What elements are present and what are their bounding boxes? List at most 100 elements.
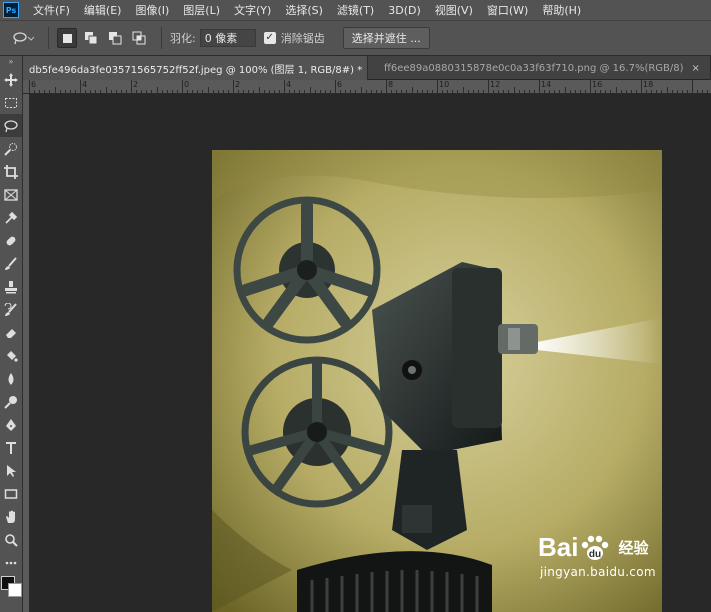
pen-tool-button[interactable] [0, 413, 22, 436]
ruler-tick [49, 90, 51, 93]
menu-select[interactable]: 选择(S) [285, 2, 323, 18]
menu-edit[interactable]: 编辑(E) [84, 2, 122, 18]
tab-document-2[interactable]: ff6ee89a0880315878e0c0a33f63f710.png @ 1… [368, 56, 711, 80]
watermark-brand-right: 经验 [618, 540, 649, 557]
svg-text:du: du [589, 549, 601, 560]
blur-tool-button[interactable] [0, 367, 22, 390]
eraser-tool-icon [6, 328, 16, 338]
menu-help[interactable]: 帮助(H) [542, 2, 581, 18]
zoom-tool-button[interactable] [0, 528, 22, 551]
ruler-tick [263, 90, 265, 93]
healing-brush-tool-button[interactable] [0, 229, 22, 252]
history-brush-tool-button[interactable] [0, 298, 22, 321]
select-and-mask-button[interactable]: 选择并遮住 ... [342, 27, 430, 49]
ruler-tick [416, 90, 418, 93]
ruler-tick [176, 90, 178, 93]
type-tool-button[interactable] [0, 436, 22, 459]
quick-select-tool-button[interactable] [0, 137, 22, 160]
menu-view[interactable]: 视图(V) [435, 2, 473, 18]
menu-image[interactable]: 图像(I) [135, 2, 169, 18]
ruler-tick [707, 90, 709, 93]
paint-bucket-tool-icon [7, 350, 18, 362]
ruler-tick [202, 90, 204, 93]
tab-document-1[interactable]: db5fe496da3fe03571565752ff52f.jpeg @ 100… [23, 56, 368, 80]
feather-input[interactable] [199, 29, 256, 47]
antialias-label: 消除锯齿 [280, 32, 325, 45]
vertical-ruler[interactable] [23, 94, 30, 612]
move-tool-button[interactable] [0, 68, 22, 91]
brush-tool-button[interactable] [0, 252, 22, 275]
ruler-tick [243, 90, 245, 93]
ruler-tick [467, 90, 469, 93]
collapse-toolbar-icon[interactable]: » [0, 56, 22, 68]
menu-window[interactable]: 窗口(W) [487, 2, 528, 18]
antialias-checkbox[interactable]: ✓ [263, 32, 276, 44]
ruler-tick [319, 90, 321, 93]
ruler-label: 14 [541, 80, 552, 89]
ruler-tick [472, 90, 474, 93]
ruler-tick [278, 90, 280, 93]
color-swatches[interactable] [0, 566, 22, 606]
dodge-tool-button[interactable] [0, 390, 22, 413]
menu-file[interactable]: 文件(F) [33, 2, 70, 18]
paint-bucket-tool-button[interactable] [0, 344, 22, 367]
menu-layer[interactable]: 图层(L) [183, 2, 220, 18]
background-color-swatch[interactable] [8, 583, 22, 597]
photoshop-logo-icon: Ps [3, 2, 19, 18]
rectangle-tool-button[interactable] [0, 482, 22, 505]
ruler-tick [217, 90, 219, 93]
marquee-tool-button[interactable] [0, 91, 22, 114]
intersect-selection-button[interactable] [129, 28, 149, 48]
ruler-tick [125, 90, 127, 93]
ruler-tick [192, 90, 194, 93]
subtract-selection-button[interactable] [105, 28, 125, 48]
ruler-tick [482, 90, 484, 93]
move-tool-icon [4, 72, 18, 87]
ruler-tick [528, 90, 530, 93]
ruler-tick [656, 90, 658, 93]
menu-filter[interactable]: 滤镜(T) [337, 2, 374, 18]
ruler-tick [651, 90, 653, 93]
ruler-tick [29, 80, 30, 93]
path-select-tool-button[interactable] [0, 459, 22, 482]
close-tab-icon[interactable]: × [692, 63, 700, 74]
add-selection-button[interactable] [81, 28, 101, 48]
watermark-url: jingyan.baidu.com [540, 565, 656, 579]
frame-tool-button[interactable] [0, 183, 22, 206]
paw-logo-icon: du [582, 535, 609, 560]
ruler-label: 2 [235, 80, 241, 89]
ruler-tick [406, 90, 408, 93]
ruler-tick [105, 87, 107, 93]
lasso-tool-button[interactable] [0, 114, 22, 137]
hand-tool-icon [6, 510, 15, 523]
ruler-tick [80, 80, 81, 93]
eraser-tool-button[interactable] [0, 321, 22, 344]
new-selection-button[interactable] [57, 28, 77, 48]
feather-label: 羽化: [170, 32, 196, 45]
ruler-tick [533, 90, 535, 93]
tools-panel: » [0, 56, 23, 612]
menu-3d[interactable]: 3D(D) [388, 4, 421, 17]
ruler-tick [605, 90, 607, 93]
hand-tool-button[interactable] [0, 505, 22, 528]
ruler-tick [294, 90, 296, 93]
ruler-tick [564, 87, 566, 93]
clone-stamp-tool-button[interactable] [0, 275, 22, 298]
crop-tool-button[interactable] [0, 160, 22, 183]
ruler-tick [212, 90, 214, 93]
ruler-tick [391, 90, 393, 93]
ruler-tick [146, 90, 148, 93]
tab-title: ff6ee89a0880315878e0c0a33f63f710.png @ 1… [384, 62, 684, 74]
menu-type[interactable]: 文字(Y) [234, 2, 271, 18]
ruler-tick [513, 87, 515, 93]
add-selection-icon [85, 32, 98, 45]
ruler-tick [207, 87, 209, 93]
ruler-tick [620, 90, 622, 93]
tool-preset-picker[interactable] [0, 31, 40, 45]
ruler-tick [503, 90, 505, 93]
horizontal-ruler[interactable]: 6 4 2 0 2 4 6 8 10 12 14 16 18 [23, 80, 711, 94]
ruler-tick [238, 90, 240, 93]
ruler-tick [457, 90, 459, 93]
zoom-tool-icon [5, 533, 18, 547]
eyedropper-tool-button[interactable] [0, 206, 22, 229]
